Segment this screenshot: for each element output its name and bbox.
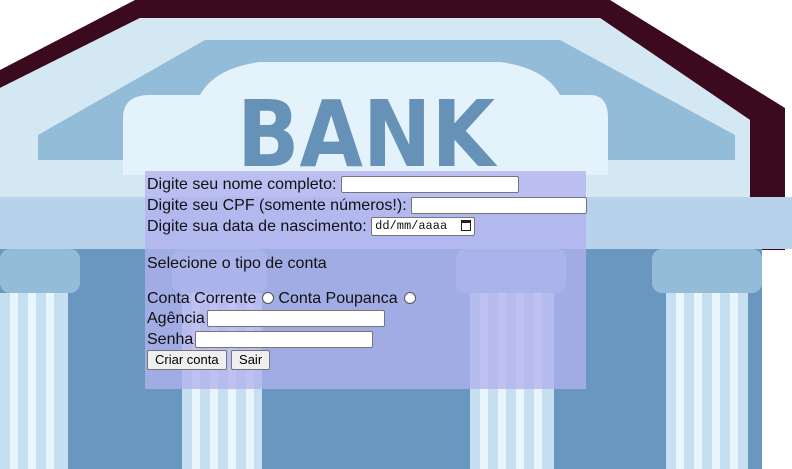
name-row: Digite seu nome completo: (147, 175, 519, 194)
password-label: Senha (147, 331, 194, 348)
name-input[interactable] (340, 176, 519, 194)
create-account-button[interactable]: Criar conta (147, 350, 227, 370)
calendar-icon[interactable] (461, 220, 472, 232)
name-label: Digite seu nome completo: (147, 176, 337, 193)
cpf-label: Digite seu CPF (somente números!): (147, 197, 407, 214)
cpf-input[interactable] (411, 197, 588, 215)
birth-date-placeholder: dd/mm/aaaa (375, 219, 448, 234)
column-cap-1 (0, 249, 80, 293)
birth-label: Digite sua data de nascimento: (147, 218, 367, 235)
agency-input[interactable] (206, 310, 385, 328)
column-4 (666, 293, 748, 469)
birth-row: Digite sua data de nascimento: dd/mm/aaa… (147, 217, 476, 237)
radio-poupanca[interactable] (403, 292, 416, 304)
column-1 (0, 293, 68, 469)
option-corrente-label: Conta Corrente (147, 290, 257, 307)
radio-corrente[interactable] (262, 292, 275, 304)
exit-button[interactable]: Sair (231, 350, 271, 370)
column-cap-4 (652, 249, 762, 293)
option-poupanca-label: Conta Poupanca (278, 290, 398, 307)
account-type-row: Conta Corrente Conta Poupanca (147, 289, 420, 308)
account-type-heading: Selecione o tipo de conta (147, 255, 327, 272)
agency-label: Agência (147, 310, 205, 327)
buttons-row: Criar conta Sair (147, 350, 271, 370)
agency-row: Agência (147, 309, 385, 328)
birth-date-input[interactable]: dd/mm/aaaa (371, 217, 476, 237)
password-input[interactable] (195, 331, 374, 349)
cpf-row: Digite seu CPF (somente números!): (147, 196, 588, 215)
password-row: Senha (147, 330, 374, 349)
